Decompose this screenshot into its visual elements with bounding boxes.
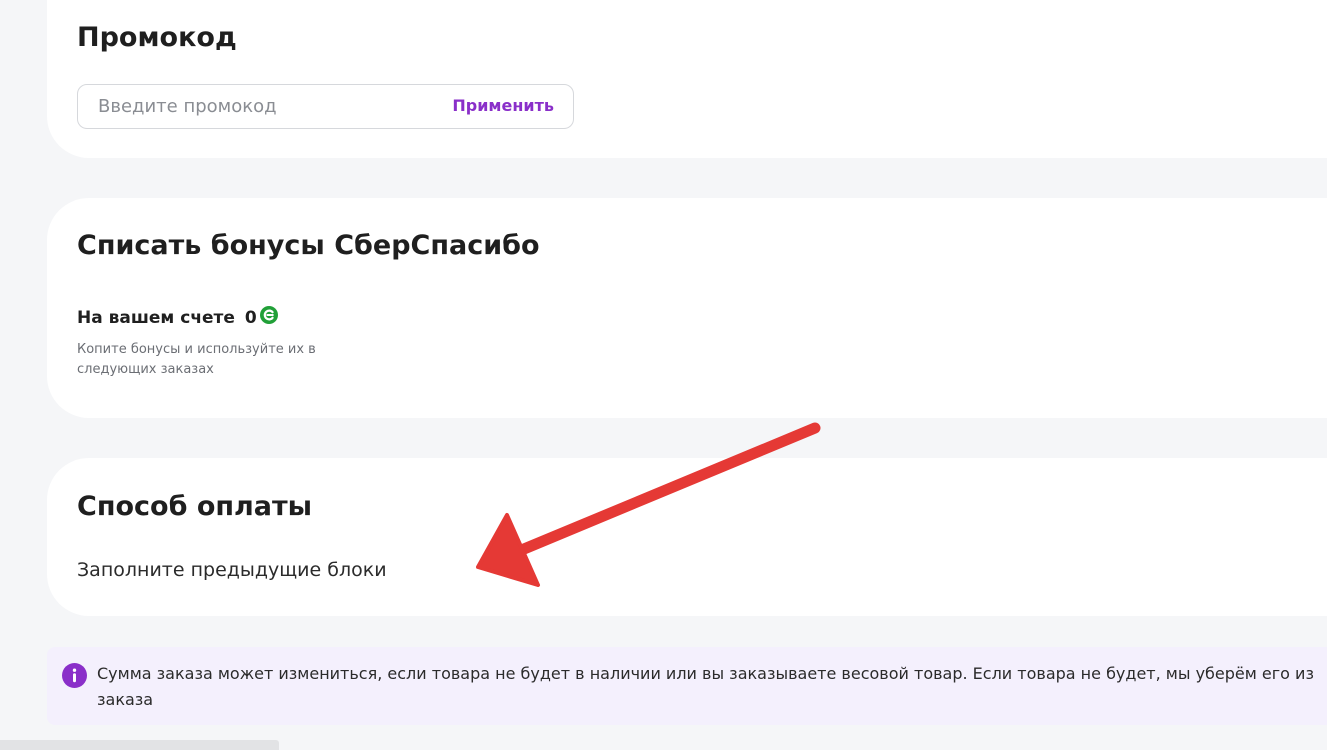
sberspasibo-icon xyxy=(259,306,278,324)
bonus-balance-label: На вашем счете xyxy=(77,308,235,328)
payment-hint: Заполните предыдущие блоки xyxy=(77,559,387,581)
promo-title: Промокод xyxy=(77,22,237,53)
bonus-balance-value: 0 xyxy=(244,308,257,328)
info-icon xyxy=(62,663,87,688)
notice-text: Сумма заказа может измениться, если това… xyxy=(97,664,1314,709)
bonus-hint: Копите бонусы и используйте их в следующ… xyxy=(77,342,316,377)
order-sum-notice: Сумма заказа может измениться, если това… xyxy=(47,647,1327,725)
promo-input[interactable] xyxy=(98,85,428,128)
promo-input-box: Применить xyxy=(77,84,574,129)
promo-card: Промокод Применить xyxy=(47,0,1327,158)
bonus-title: Списать бонусы СберСпасибо xyxy=(77,230,540,261)
payment-card: Способ оплаты Заполните предыдущие блоки xyxy=(47,458,1327,616)
apply-promo-button[interactable]: Применить xyxy=(452,96,554,116)
bonus-balance-row: На вашем счете 0 xyxy=(77,306,278,330)
bonus-card: Списать бонусы СберСпасибо На вашем счет… xyxy=(47,198,1327,418)
payment-title: Способ оплаты xyxy=(77,491,313,522)
browser-status-bar xyxy=(0,740,279,750)
